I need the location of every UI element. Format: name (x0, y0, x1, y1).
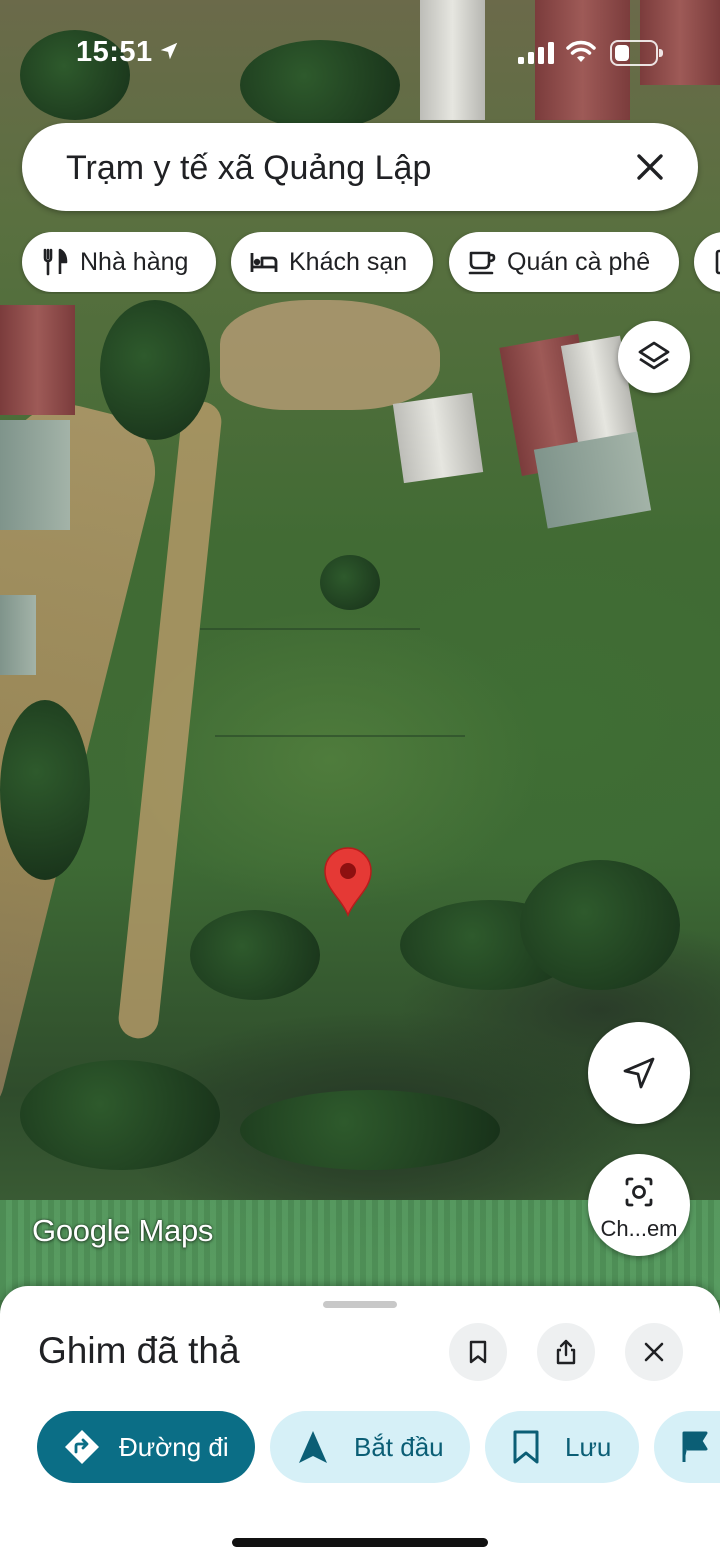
map-field-boundary (215, 735, 465, 737)
status-bar: 15:51 (0, 0, 720, 100)
search-bar[interactable]: Trạm y tế xã Quảng Lập (22, 123, 698, 211)
close-icon (644, 1342, 664, 1362)
wifi-icon (566, 40, 596, 62)
directions-label: Đường đi (119, 1431, 229, 1462)
hotel-icon (250, 253, 278, 272)
chip-label: Nhà hàng (80, 247, 189, 276)
battery-icon (610, 40, 663, 66)
share-icon (556, 1339, 576, 1365)
map-building (0, 305, 75, 415)
map-tree (240, 1090, 500, 1170)
dropped-pin-icon[interactable] (322, 847, 374, 917)
search-query[interactable]: Trạm y tế xã Quảng Lập (66, 149, 431, 188)
bookmark-icon (469, 1340, 487, 1364)
directions-button[interactable]: Đường đi (37, 1411, 255, 1483)
restaurant-icon (43, 248, 68, 276)
my-location-button[interactable] (588, 1022, 690, 1124)
map-building (0, 420, 70, 530)
navigation-arrow-icon (623, 1057, 655, 1089)
map-tree (520, 860, 680, 990)
chip-restaurants[interactable]: Nhà hàng (22, 232, 216, 292)
coffee-icon (468, 251, 496, 275)
place-title: Ghim đã thả (38, 1330, 240, 1371)
chip-more[interactable] (694, 232, 720, 292)
map-tree (20, 1060, 220, 1170)
map-field-boundary (200, 628, 420, 630)
status-time: 15:51 (76, 36, 153, 68)
map-building (392, 392, 484, 484)
start-label: Bắt đầu (354, 1431, 444, 1462)
sheet-drag-handle[interactable] (323, 1301, 397, 1308)
navigation-start-icon (299, 1431, 327, 1463)
lens-label: Ch...em (600, 1216, 678, 1241)
chip-cafes[interactable]: Quán cà phê (449, 232, 679, 292)
bookmark-button[interactable] (449, 1323, 507, 1381)
flag-icon (682, 1431, 708, 1462)
location-arrow-icon (160, 42, 178, 60)
category-chips: Nhà hàng Khách sạn Quán cà phê (0, 232, 720, 294)
action-buttons: Đường đi Bắt đầu Lưu (0, 1411, 720, 1485)
place-sheet[interactable]: Ghim đã thả Đường đi Bắt đầu Lưu (0, 1286, 720, 1561)
start-button[interactable]: Bắt đầu (270, 1411, 470, 1483)
chip-hotels[interactable]: Khách sạn (231, 232, 433, 292)
layers-button[interactable] (618, 321, 690, 393)
share-button[interactable] (537, 1323, 595, 1381)
save-label: Lưu (565, 1431, 612, 1462)
clear-search-icon[interactable] (630, 147, 670, 187)
save-button[interactable]: Lưu (485, 1411, 639, 1483)
close-sheet-button[interactable] (625, 1323, 683, 1381)
home-indicator[interactable] (232, 1538, 488, 1547)
map-terrain (220, 300, 440, 410)
gas-station-icon (715, 249, 720, 275)
map-tree (320, 555, 380, 610)
google-maps-attribution: Google Maps (32, 1213, 214, 1248)
chip-label: Quán cà phê (507, 247, 651, 276)
directions-icon (65, 1430, 99, 1464)
camera-lens-icon (625, 1177, 653, 1207)
layers-icon (638, 341, 670, 370)
chip-label: Khách sạn (289, 247, 408, 276)
map-tree (100, 300, 210, 440)
bookmark-icon (513, 1430, 539, 1464)
map-building (0, 595, 36, 675)
lens-button[interactable]: Ch...em (588, 1154, 690, 1256)
cellular-signal-icon (518, 42, 554, 64)
map-building (533, 431, 652, 529)
map-tree (190, 910, 320, 1000)
label-button[interactable] (654, 1411, 720, 1483)
map-tree (0, 700, 90, 880)
